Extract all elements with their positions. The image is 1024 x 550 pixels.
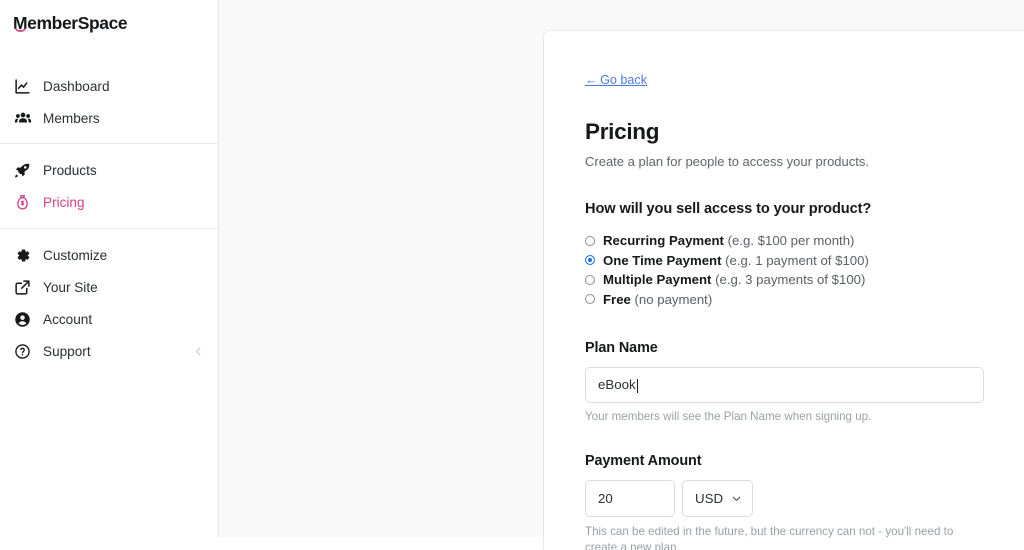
pricing-card-panel: ← Go back Pricing Create a plan for peop…: [543, 30, 1024, 550]
radio-option-one-time-payment[interactable]: One Time Payment (e.g. 1 payment of $100…: [585, 251, 1024, 270]
sidebar-item-your-site[interactable]: Your Site: [0, 271, 218, 303]
external-link-icon: [13, 278, 32, 297]
plan-name-input[interactable]: eBook: [585, 367, 984, 403]
sidebar-item-label: Your Site: [43, 278, 98, 297]
sidebar-item-support[interactable]: Support: [0, 335, 218, 367]
app-root: MemberSpace Dashboard: [0, 0, 1024, 537]
left-arrow-icon: ←: [585, 73, 597, 87]
payment-amount-input[interactable]: 20: [585, 480, 675, 517]
payment-amount-value: 20: [598, 491, 613, 506]
sidebar-item-pricing[interactable]: Pricing: [0, 186, 218, 218]
users-icon: [13, 109, 32, 128]
memberspace-logo[interactable]: MemberSpace: [13, 12, 127, 34]
radio-option-name: Recurring Payment: [603, 233, 724, 248]
chevron-down-icon: [730, 492, 743, 505]
question-circle-icon: [13, 342, 32, 361]
radio-option-example: (e.g. $100 per month): [724, 233, 854, 248]
page-subtitle: Create a plan for people to access your …: [585, 153, 1024, 171]
radio-option-name: One Time Payment: [603, 253, 722, 268]
plan-name-input-value: eBook: [598, 377, 636, 392]
rocket-icon: [13, 161, 32, 180]
sidebar-item-members[interactable]: Members: [0, 102, 218, 134]
radio-option-example: (e.g. 3 payments of $100): [711, 272, 865, 287]
plan-name-help-text: Your members will see the Plan Name when…: [585, 409, 985, 425]
plan-name-label: Plan Name: [585, 338, 1024, 358]
radio-option-label: Free (no payment): [603, 290, 712, 309]
logo-container[interactable]: MemberSpace: [0, 0, 218, 62]
sidebar-item-label: Support: [43, 342, 91, 361]
sidebar-item-account[interactable]: Account: [0, 303, 218, 335]
chevron-left-icon[interactable]: [193, 346, 204, 357]
radio-button-indicator[interactable]: [585, 236, 595, 246]
radio-option-name: Free: [603, 292, 631, 307]
radio-option-free[interactable]: Free (no payment): [585, 290, 1024, 309]
radio-button-indicator[interactable]: [585, 294, 595, 304]
currency-select[interactable]: USD: [682, 480, 753, 517]
sidebar-group-settings: Customize Your Site Account: [0, 229, 218, 367]
radio-option-label: Multiple Payment (e.g. 3 payments of $10…: [603, 270, 865, 289]
radio-option-example: (e.g. 1 payment of $100): [722, 253, 869, 268]
payment-amount-label: Payment Amount: [585, 451, 1024, 471]
money-bag-icon: [13, 193, 32, 212]
radio-button-indicator[interactable]: [585, 275, 595, 285]
sidebar-item-label: Dashboard: [43, 77, 110, 96]
sidebar-item-label: Account: [43, 310, 92, 329]
sell-access-question: How will you sell access to your product…: [585, 199, 1024, 219]
sidebar-item-dashboard[interactable]: Dashboard: [0, 70, 218, 102]
sidebar-item-label: Customize: [43, 246, 107, 265]
radio-option-example: (no payment): [631, 292, 712, 307]
pricing-form: ← Go back Pricing Create a plan for peop…: [544, 31, 1024, 550]
user-circle-icon: [13, 310, 32, 329]
radio-option-recurring-payment[interactable]: Recurring Payment (e.g. $100 per month): [585, 231, 1024, 250]
sidebar-item-customize[interactable]: Customize: [0, 239, 218, 271]
payment-amount-row: 20 USD: [585, 480, 1024, 517]
payment-type-radio-group: Recurring Payment (e.g. $100 per month) …: [585, 231, 1024, 309]
main-content-area: ← Go back Pricing Create a plan for peop…: [219, 0, 1024, 537]
sidebar: MemberSpace Dashboard: [0, 0, 219, 537]
sidebar-group-catalog: Products Pricing: [0, 144, 218, 228]
plan-name-field-group: Plan Name eBook Your members will see th…: [585, 338, 1024, 425]
sidebar-item-label: Pricing: [43, 193, 85, 212]
sidebar-item-label: Products: [43, 161, 97, 180]
radio-option-label: One Time Payment (e.g. 1 payment of $100…: [603, 251, 869, 270]
radio-option-label: Recurring Payment (e.g. $100 per month): [603, 231, 854, 250]
chart-line-icon: [13, 77, 32, 96]
sidebar-item-label: Members: [43, 109, 100, 128]
radio-option-name: Multiple Payment: [603, 272, 711, 287]
page-title: Pricing: [585, 118, 1024, 146]
logo-text: MemberSpace: [13, 13, 127, 33]
currency-select-value: USD: [695, 491, 723, 506]
text-caret: [637, 379, 638, 393]
gear-icon: [13, 246, 32, 265]
go-back-link[interactable]: ← Go back: [585, 72, 647, 88]
go-back-label: Go back: [600, 73, 647, 87]
radio-option-multiple-payment[interactable]: Multiple Payment (e.g. 3 payments of $10…: [585, 270, 1024, 289]
radio-button-indicator[interactable]: [585, 255, 595, 265]
payment-amount-field-group: Payment Amount 20 USD: [585, 451, 1024, 550]
sidebar-item-products[interactable]: Products: [0, 154, 218, 186]
sidebar-group-primary: Dashboard Members: [0, 62, 218, 143]
